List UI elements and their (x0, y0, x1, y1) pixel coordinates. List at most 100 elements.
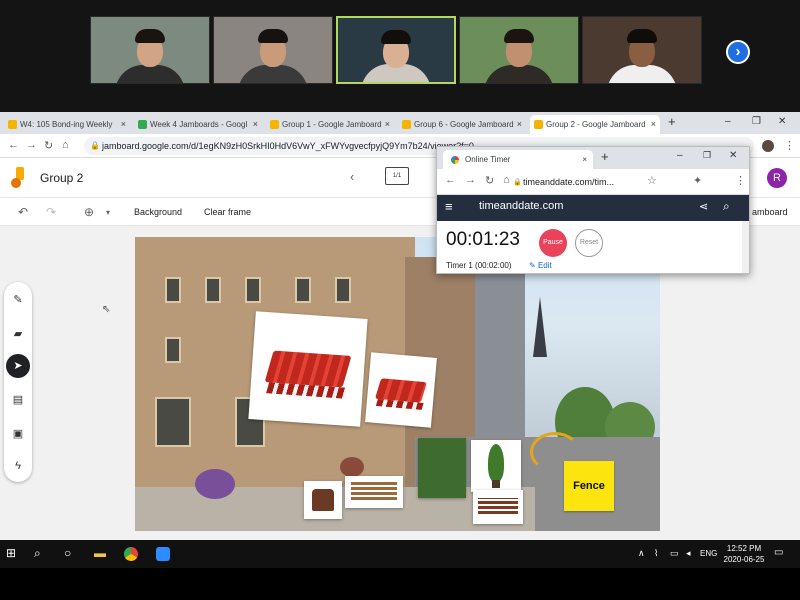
laser-icon[interactable]: ϟ (10, 458, 26, 474)
participant-tile[interactable] (213, 16, 333, 84)
browser-tab[interactable]: Group 6 - Google Jamboard × (398, 115, 526, 134)
select-icon[interactable]: ➤ (6, 354, 30, 378)
bench-shape (478, 498, 518, 514)
awning-image-card[interactable] (365, 352, 437, 428)
close-tab-icon[interactable]: × (121, 115, 126, 134)
fountain-image-card[interactable] (304, 481, 342, 519)
timer-url-text: timeanddate.com/tim... (523, 177, 615, 187)
tree-image-card[interactable] (471, 440, 521, 492)
close-window-icon[interactable]: ✕ (729, 150, 737, 161)
timer-tab-label: Online Timer (465, 155, 511, 164)
pause-button[interactable]: Pause (539, 229, 567, 257)
close-window-icon[interactable]: ✕ (778, 116, 786, 127)
reload-icon[interactable]: ↻ (485, 174, 494, 187)
share-icon[interactable]: ⋖ (699, 200, 708, 213)
side-toolbar: ✎ ▰ ➤ ▤ ▣ ϟ (4, 282, 32, 482)
back-icon[interactable]: ← (8, 139, 19, 151)
star-icon[interactable]: ☆ (647, 174, 657, 187)
planter-image-card[interactable] (418, 438, 466, 498)
participant-tile[interactable] (459, 16, 579, 84)
screen-bottom-border (0, 568, 800, 600)
menu-icon[interactable]: ⋮ (784, 139, 795, 152)
close-tab-icon[interactable]: × (385, 115, 390, 134)
search-icon[interactable]: ⌕ (723, 199, 730, 214)
previous-frame-icon[interactable]: ‹ (350, 169, 354, 184)
browser-tab[interactable]: Group 1 - Google Jamboard × (266, 115, 394, 134)
home-icon[interactable]: ⌂ (503, 174, 510, 186)
extensions-icon[interactable]: ✦ (693, 174, 702, 187)
file-explorer-icon[interactable]: ▬ (94, 546, 106, 560)
page-title[interactable]: Group 2 (40, 171, 83, 185)
close-tab-icon[interactable]: × (253, 115, 258, 134)
chevron-down-icon[interactable]: ▾ (106, 208, 110, 217)
close-tab-icon[interactable]: × (651, 115, 656, 134)
reset-button[interactable]: Reset (575, 229, 603, 257)
new-tab-button[interactable]: + (668, 114, 676, 129)
network-icon[interactable]: ⌇ (654, 548, 658, 559)
battery-icon[interactable]: ▭ (670, 548, 679, 559)
bench-image-card[interactable] (345, 476, 403, 508)
windows-taskbar: ⊞ ⌕ ○ ▬ ∧ ⌇ ▭ ◂ ENG 12:52 PM 2020-06-25 ▭ (0, 540, 800, 568)
windows-start-icon[interactable]: ⊞ (6, 546, 16, 560)
next-participants-button[interactable]: › (726, 40, 750, 64)
forward-icon[interactable]: → (465, 174, 476, 186)
back-icon[interactable]: ← (445, 174, 456, 186)
photo-window (205, 277, 221, 303)
frame-bar-button[interactable]: 1/1 (385, 167, 409, 185)
image-icon[interactable]: ▣ (10, 426, 26, 442)
awning-image-card[interactable] (248, 311, 368, 427)
language-indicator[interactable]: ENG (700, 549, 717, 558)
sticky-note-icon[interactable]: ▤ (10, 392, 26, 408)
reload-icon[interactable]: ↻ (44, 139, 53, 152)
minimize-icon[interactable]: – (677, 150, 683, 161)
edit-label: Edit (537, 261, 552, 270)
edit-link[interactable]: ✎ Edit (529, 261, 552, 270)
timer-tab[interactable]: Online Timer × (443, 150, 593, 169)
search-icon[interactable]: ⌕ (34, 546, 41, 561)
home-icon[interactable]: ⌂ (62, 139, 69, 151)
maximize-icon[interactable]: ❐ (703, 150, 711, 161)
avatar[interactable]: R (767, 168, 787, 188)
close-tab-icon[interactable]: × (582, 150, 587, 169)
notifications-icon[interactable]: ▭ (774, 547, 783, 558)
tab-label: Week 4 Jamboards - Googl (150, 120, 248, 129)
background-button[interactable]: Background (134, 207, 182, 217)
url-text: jamboard.google.com/d/1egKN9zH0SrkHI0HdV… (102, 141, 474, 151)
mouse-cursor-icon: ⇖ (102, 304, 111, 315)
sticky-note-fence[interactable]: Fence (564, 461, 614, 511)
bench-image-card[interactable] (473, 490, 523, 524)
maximize-icon[interactable]: ❐ (752, 116, 761, 127)
zoom-icon[interactable]: ⊕ (84, 205, 94, 219)
hamburger-menu-icon[interactable]: ≡ (445, 199, 453, 214)
minimize-icon[interactable]: – (725, 116, 731, 127)
timer-url-field[interactable]: 🔒 timeanddate.com/tim... (511, 174, 661, 191)
zoom-app-icon[interactable] (156, 547, 170, 561)
new-tab-button[interactable]: + (601, 149, 609, 164)
redo-icon[interactable]: ↷ (46, 205, 56, 219)
participant-tile-active-speaker[interactable] (336, 16, 456, 84)
browser-tab-active[interactable]: Group 2 - Google Jamboard × (530, 115, 660, 134)
eraser-icon[interactable]: ▰ (10, 326, 26, 342)
menu-icon[interactable]: ⋮ (735, 174, 746, 187)
tab-favicon-icon (8, 120, 17, 129)
clock-date: 2020-06-25 (723, 555, 765, 564)
forward-icon[interactable]: → (26, 139, 37, 151)
cortana-icon[interactable]: ○ (64, 546, 71, 560)
close-tab-icon[interactable]: × (517, 115, 522, 134)
profile-avatar[interactable] (762, 140, 774, 152)
browser-tab[interactable]: W4: 105 Bond-ing Weekly × (4, 115, 130, 134)
undo-icon[interactable]: ↶ (18, 205, 28, 219)
tray-chevron-up-icon[interactable]: ∧ (638, 548, 645, 559)
jamboard-menu-button[interactable]: amboard (752, 207, 788, 217)
taskbar-clock[interactable]: 12:52 PM 2020-06-25 (722, 543, 766, 565)
chrome-icon[interactable] (124, 547, 138, 561)
timeanddate-logo[interactable]: timeanddate.com (479, 200, 563, 212)
participant-tile[interactable] (582, 16, 702, 84)
timer-scrollbar[interactable] (742, 221, 749, 273)
timer-tab-bar: Online Timer × + – ❐ ✕ (437, 147, 749, 169)
volume-icon[interactable]: ◂ (686, 548, 691, 559)
participant-tile[interactable] (90, 16, 210, 84)
pen-icon[interactable]: ✎ (10, 292, 26, 308)
clear-frame-button[interactable]: Clear frame (204, 207, 251, 217)
browser-tab[interactable]: Week 4 Jamboards - Googl × (134, 115, 262, 134)
